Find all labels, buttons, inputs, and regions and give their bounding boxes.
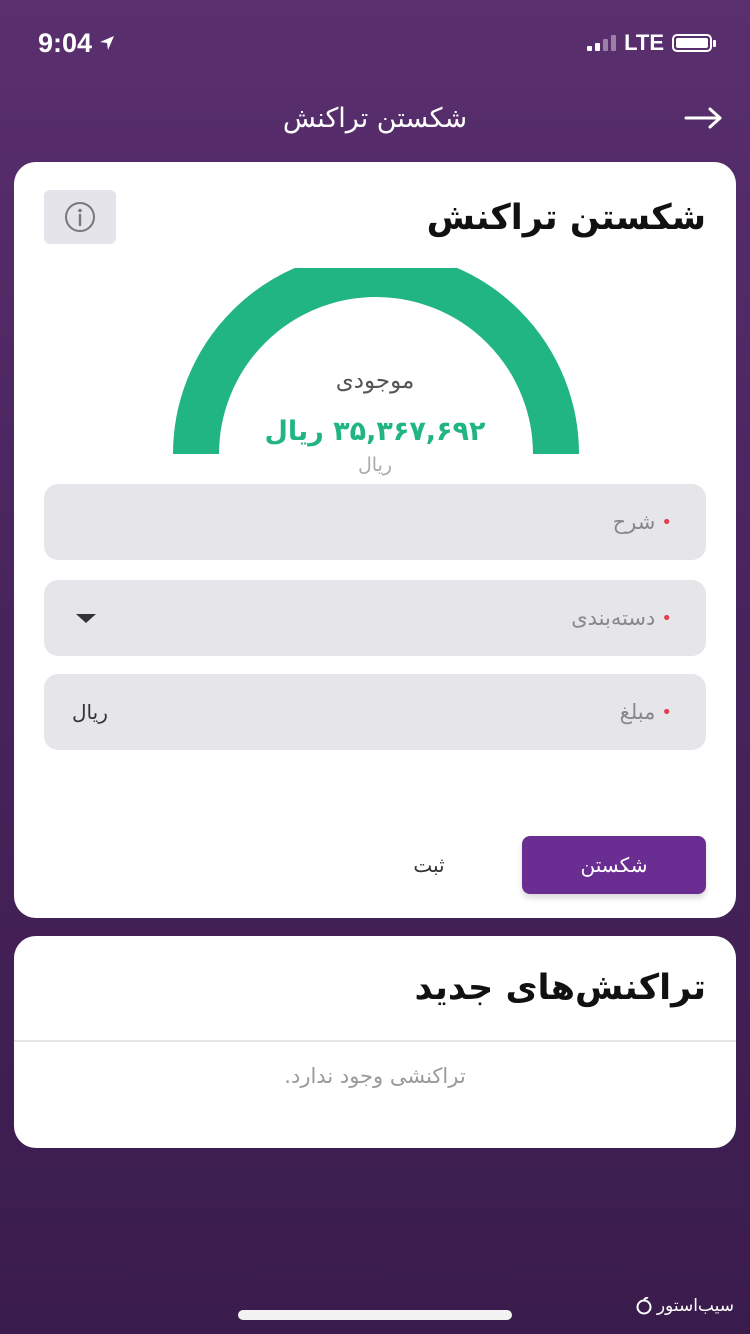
- apple-logo-icon: [636, 1297, 652, 1315]
- status-right: LTE: [587, 30, 716, 56]
- info-icon: [65, 202, 95, 232]
- info-button[interactable]: [44, 190, 116, 244]
- balance-label: موجودی: [335, 368, 415, 394]
- watermark-text: سیب‌استور: [656, 1296, 734, 1316]
- submit-button[interactable]: ثبت: [374, 840, 484, 890]
- nav-bar: شکستن تراکنش: [0, 86, 750, 150]
- category-label: • دسته‌بندی: [571, 606, 672, 630]
- required-mark: •: [661, 511, 672, 533]
- card-title: شکستن تراکنش: [426, 198, 706, 238]
- page-title: شکستن تراکنش: [282, 102, 468, 134]
- signal-icon: [587, 35, 617, 51]
- description-label: • شرح: [613, 510, 672, 534]
- chevron-down-icon[interactable]: [76, 614, 96, 623]
- amount-unit: ریال: [72, 700, 108, 724]
- required-mark: •: [661, 607, 672, 629]
- description-label-text: شرح: [612, 510, 656, 534]
- category-select[interactable]: • دسته‌بندی: [44, 580, 706, 656]
- amount-label: • مبلغ: [620, 700, 672, 724]
- amount-field[interactable]: • مبلغ ریال: [44, 674, 706, 750]
- battery-icon: [672, 34, 716, 52]
- balance-unit: ریال: [357, 454, 393, 476]
- split-transaction-card: شکستن تراکنش موجودی ۳۵,۳۶۷,۶۹۲ ریال ریال…: [14, 162, 736, 918]
- split-button[interactable]: شکستن: [522, 836, 706, 894]
- status-bar: 9:04 LTE: [0, 0, 750, 86]
- status-time: 9:04: [38, 28, 116, 59]
- status-time-text: 9:04: [38, 27, 93, 58]
- home-indicator[interactable]: [238, 1310, 512, 1320]
- recent-transactions-card: تراکنش‌های جدید تراکنشی وجود ندارد.: [14, 936, 736, 1148]
- balance-value: ۳۵,۳۶۷,۶۹۲ ریال: [264, 416, 486, 447]
- description-field[interactable]: • شرح: [44, 484, 706, 560]
- empty-state-text: تراکنشی وجود ندارد.: [284, 1064, 466, 1088]
- category-label-text: دسته‌بندی: [571, 606, 656, 630]
- amount-label-text: مبلغ: [619, 700, 656, 724]
- location-icon: [100, 36, 115, 50]
- required-mark: •: [661, 701, 672, 723]
- divider: [14, 1040, 736, 1042]
- recent-title: تراکنش‌های جدید: [414, 968, 706, 1008]
- network-type: LTE: [624, 30, 664, 55]
- back-arrow-icon[interactable]: [682, 98, 726, 138]
- watermark: سیب‌استور: [635, 1296, 734, 1316]
